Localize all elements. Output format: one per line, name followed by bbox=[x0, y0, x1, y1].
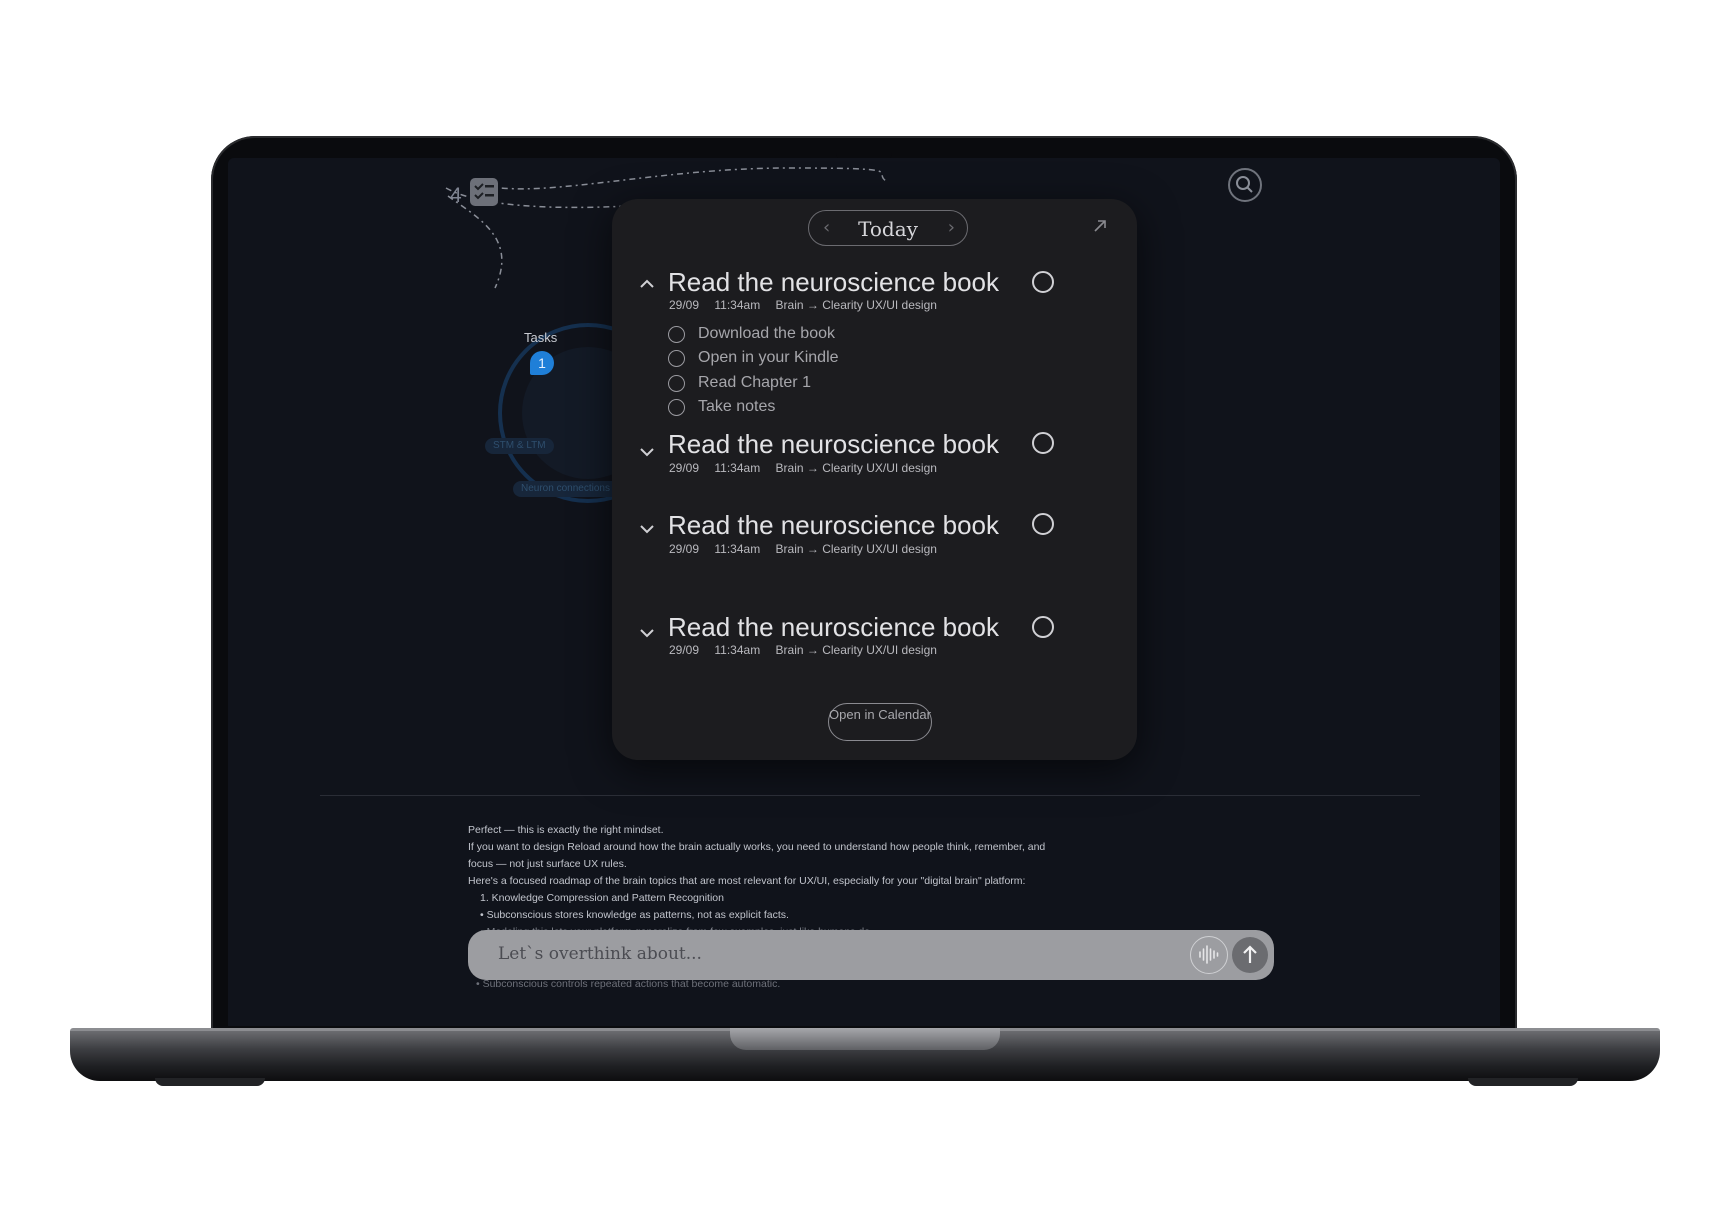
task-meta: 29/09 11:34am Brain → Clearity UX/UI des… bbox=[669, 542, 949, 556]
task-path: Brain → Clearity UX/UI design bbox=[775, 461, 937, 475]
task-time: 11:34am bbox=[714, 643, 761, 657]
chat-line: Here's a focused roadmap of the brain to… bbox=[468, 875, 1026, 887]
task-time: 11:34am bbox=[714, 542, 761, 556]
task-count: 4 bbox=[450, 184, 462, 207]
task-complete-checkbox[interactable] bbox=[1032, 513, 1054, 535]
laptop-foot bbox=[155, 1078, 265, 1086]
chat-line: focus — not just surface UX rules. bbox=[468, 858, 627, 870]
arrow-up-icon bbox=[1243, 945, 1257, 963]
chat-input-bar[interactable]: Let`s overthink about... bbox=[468, 930, 1274, 980]
task-complete-checkbox[interactable] bbox=[1032, 271, 1054, 293]
date-label[interactable]: Today bbox=[809, 217, 967, 241]
voice-wave-icon[interactable] bbox=[1190, 936, 1228, 974]
tasks-node-label[interactable]: Tasks bbox=[524, 330, 557, 345]
task-title[interactable]: Read the neuroscience book bbox=[668, 429, 999, 460]
tasks-panel: ‹ Today › Read the neuroscience book 29/… bbox=[612, 199, 1137, 760]
task-meta: 29/09 11:34am Brain → Clearity UX/UI des… bbox=[669, 298, 949, 312]
task-path: Brain → Clearity UX/UI design bbox=[775, 643, 937, 657]
open-in-calendar-button[interactable]: Open in Calendar bbox=[828, 703, 932, 741]
task-meta: 29/09 11:34am Brain → Clearity UX/UI des… bbox=[669, 461, 949, 475]
mindmap-pill-neuron-connections[interactable]: Neuron connections bbox=[513, 481, 625, 497]
chevron-up-icon[interactable] bbox=[638, 275, 656, 293]
subtask-checkbox[interactable] bbox=[668, 350, 685, 367]
task-date: 29/09 bbox=[669, 461, 700, 475]
subtask-checkbox[interactable] bbox=[668, 399, 685, 416]
task-date: 29/09 bbox=[669, 542, 700, 556]
task-meta: 29/09 11:34am Brain → Clearity UX/UI des… bbox=[669, 643, 949, 657]
expand-arrow-icon[interactable] bbox=[1093, 219, 1107, 233]
send-button[interactable] bbox=[1232, 937, 1268, 973]
chat-line: If you want to design Reload around how … bbox=[468, 841, 1046, 853]
laptop-foot bbox=[1468, 1078, 1578, 1086]
chevron-down-icon[interactable] bbox=[638, 443, 656, 461]
chat-list-item: 1. Knowledge Compression and Pattern Rec… bbox=[480, 892, 724, 904]
task-title[interactable]: Read the neuroscience book bbox=[668, 612, 999, 643]
chevron-down-icon[interactable] bbox=[638, 520, 656, 538]
subtask-label: Take notes bbox=[698, 398, 776, 415]
mindmap-pill-stm-ltm[interactable]: STM & LTM bbox=[485, 438, 554, 454]
task-time: 11:34am bbox=[714, 298, 761, 312]
chevron-down-icon[interactable] bbox=[638, 624, 656, 642]
subtask-checkbox[interactable] bbox=[668, 326, 685, 343]
task-time: 11:34am bbox=[714, 461, 761, 475]
laptop-opening-notch bbox=[730, 1028, 1000, 1050]
search-icon[interactable] bbox=[1228, 168, 1262, 202]
tasks-count-badge[interactable]: 1 bbox=[530, 351, 554, 375]
subtask-label: Download the book bbox=[698, 325, 835, 342]
task-path: Brain → Clearity UX/UI design bbox=[775, 298, 937, 312]
task-complete-checkbox[interactable] bbox=[1032, 432, 1054, 454]
divider bbox=[320, 795, 1420, 796]
subtask-label: Read Chapter 1 bbox=[698, 374, 811, 391]
chevron-right-icon[interactable]: › bbox=[948, 217, 955, 238]
subtask-label: Open in your Kindle bbox=[698, 349, 839, 366]
check-list-icon[interactable] bbox=[470, 178, 498, 206]
task-complete-checkbox[interactable] bbox=[1032, 616, 1054, 638]
task-date: 29/09 bbox=[669, 643, 700, 657]
task-title[interactable]: Read the neuroscience book bbox=[668, 510, 999, 541]
app-screen: 4 Tasks 1 STM & LTM Neuron connections ‹… bbox=[228, 158, 1500, 1026]
chat-line: Perfect — this is exactly the right mind… bbox=[468, 824, 664, 836]
chat-bullet: • Subconscious stores knowledge as patte… bbox=[480, 909, 789, 921]
subtask-checkbox[interactable] bbox=[668, 375, 685, 392]
chat-input[interactable]: Let`s overthink about... bbox=[498, 944, 702, 964]
task-path: Brain → Clearity UX/UI design bbox=[775, 542, 937, 556]
task-date: 29/09 bbox=[669, 298, 700, 312]
task-title[interactable]: Read the neuroscience book bbox=[668, 267, 999, 298]
chat-transcript: Perfect — this is exactly the right mind… bbox=[468, 822, 1088, 941]
date-navigator: ‹ Today › bbox=[808, 210, 968, 246]
